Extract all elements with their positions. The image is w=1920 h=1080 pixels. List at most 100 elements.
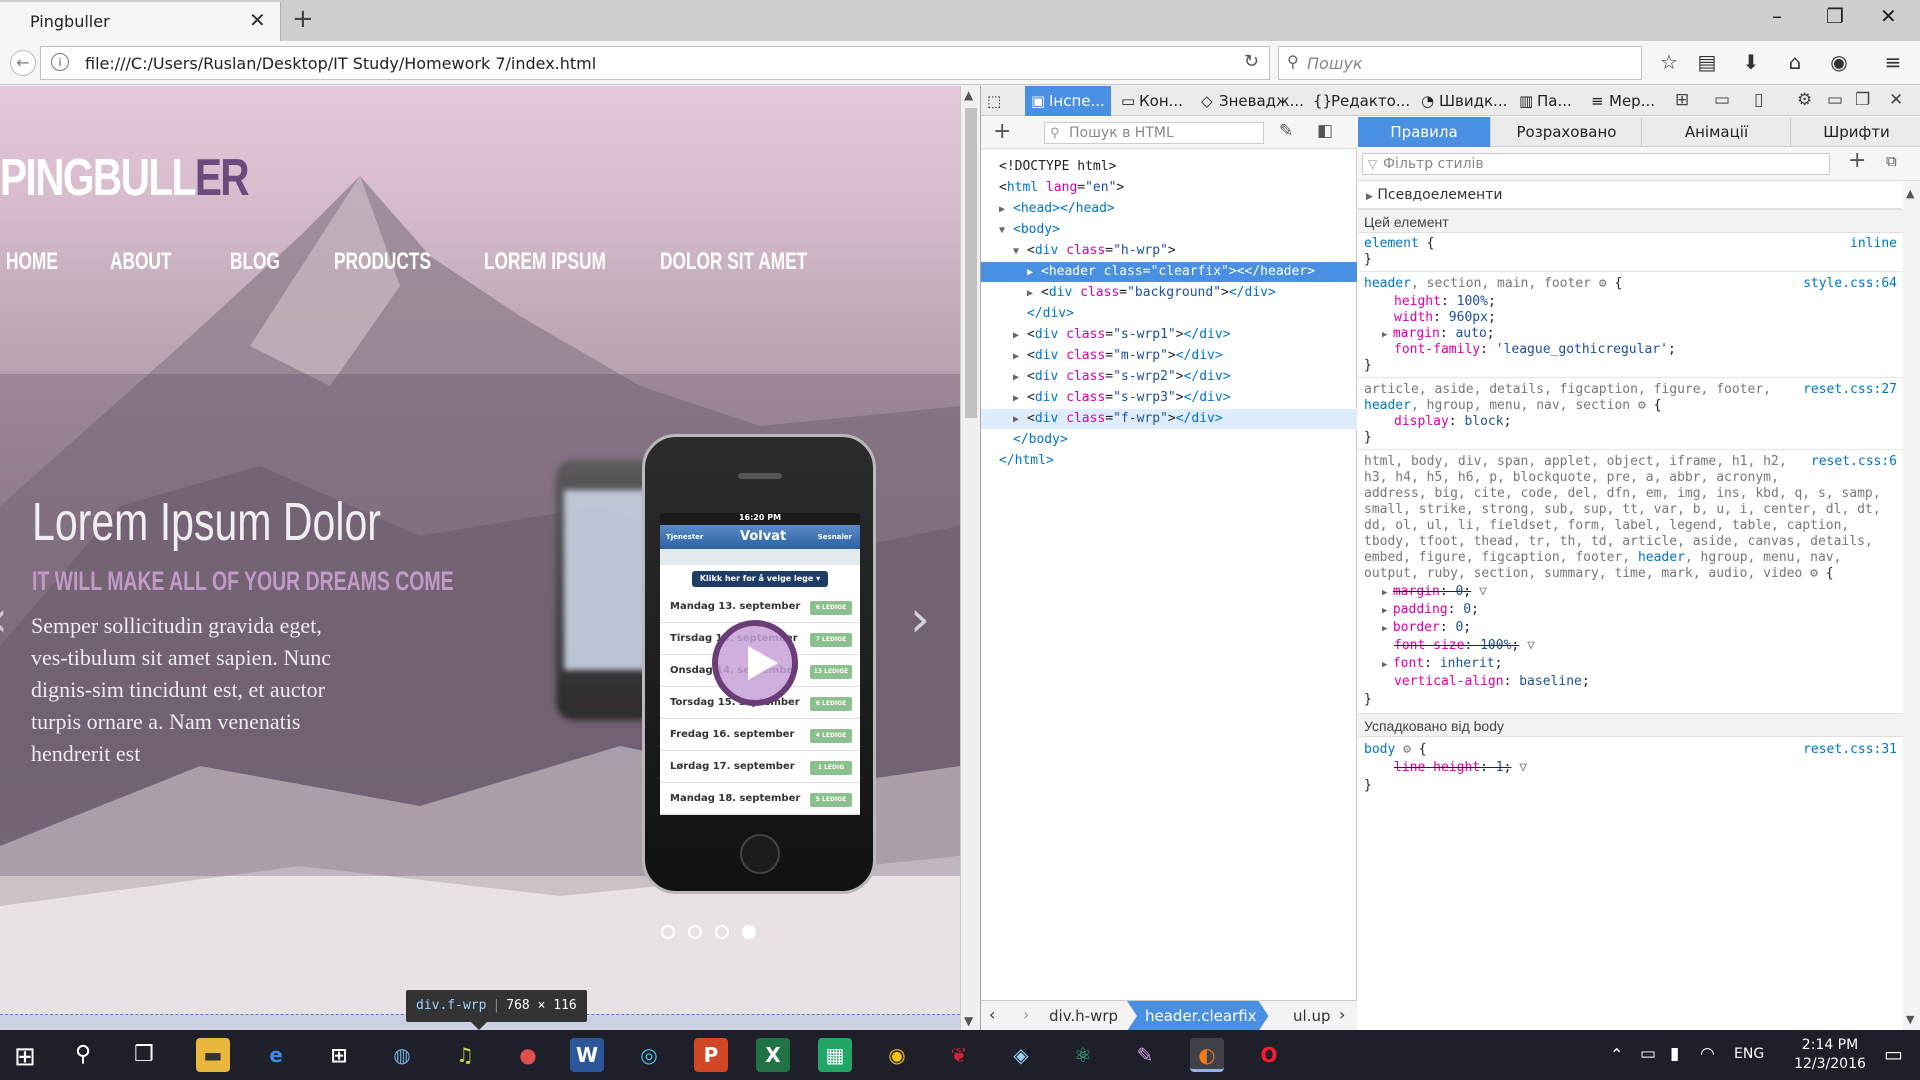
breadcrumb-item-ul[interactable]: ul.up <box>1293 1001 1330 1031</box>
excel-icon[interactable]: X <box>756 1038 790 1072</box>
opera-icon[interactable]: O <box>1252 1038 1286 1072</box>
rule-declaration[interactable]: font-family: 'league_gothicregular'; <box>1394 341 1676 359</box>
rule-declaration[interactable]: ▶ border: 0; <box>1382 619 1471 637</box>
breadcrumb-item-header[interactable]: header.clearfix <box>1127 1001 1269 1031</box>
tree-node-html-close[interactable]: </html> <box>999 451 1054 471</box>
rules-scrollbar[interactable]: ▲ ▼ <box>1903 181 1920 1030</box>
disc-app-icon[interactable]: ◎ <box>632 1038 666 1072</box>
tree-node-background[interactable]: ▶ <div class="background"></div> <box>1027 283 1276 303</box>
edge-browser-icon[interactable]: e <box>259 1038 293 1072</box>
scroll-down-icon[interactable]: ▼ <box>964 1014 973 1028</box>
pocket-icon[interactable]: ◉ <box>1826 50 1852 74</box>
tab-computed[interactable]: Розраховано <box>1492 117 1642 147</box>
rule-source-link[interactable]: reset.css:27 <box>1803 381 1897 399</box>
slider-dot-active[interactable] <box>742 925 756 939</box>
chrome-icon[interactable]: ◉ <box>880 1038 914 1072</box>
atom-icon[interactable]: ⚛ <box>1066 1038 1100 1072</box>
element-picker-icon[interactable]: ⬚ <box>981 86 1023 116</box>
tab-close-icon[interactable]: ✕ <box>249 8 266 32</box>
store-icon[interactable]: ⊞ <box>322 1038 356 1072</box>
add-node-icon[interactable]: + <box>993 119 1011 144</box>
rule-source-link[interactable]: reset.css:6 <box>1811 453 1897 471</box>
settings-gear-icon[interactable]: ⚙ <box>1797 90 1812 110</box>
sheets-icon[interactable]: ▦ <box>818 1038 852 1072</box>
rule-declaration[interactable]: ▶ padding: 0; <box>1382 601 1479 619</box>
windows-start-icon[interactable]: ⊞ <box>14 1042 36 1072</box>
slider-prev-arrow-icon[interactable]: ‹ <box>0 590 8 648</box>
virtualbox-icon[interactable]: ◈ <box>1004 1038 1038 1072</box>
expand-icon[interactable]: ▶ <box>1013 347 1027 367</box>
style-filter-input[interactable]: ▽ Фільтр стилів <box>1362 153 1830 175</box>
scratchpad-icon[interactable]: ▭ <box>1714 90 1730 110</box>
dock-bottom-icon[interactable]: ▭ <box>1827 90 1843 110</box>
file-explorer-icon[interactable]: ▬ <box>196 1038 230 1072</box>
slider-dot[interactable] <box>661 925 675 939</box>
reload-icon[interactable]: ↻ <box>1244 51 1259 72</box>
browser-tab[interactable]: Pingbuller ✕ <box>0 2 281 41</box>
tab-animations[interactable]: Анімації <box>1643 117 1791 147</box>
tree-node-doctype[interactable]: <!DOCTYPE html> <box>999 157 1116 177</box>
tab-network[interactable]: ≡ Мер... <box>1585 86 1671 116</box>
info-icon[interactable]: i <box>51 53 69 71</box>
menu-item-lorem-ipsum[interactable]: LOREM IPSUM <box>484 248 606 276</box>
menu-item-blog[interactable]: BLOG <box>230 248 280 276</box>
language-indicator[interactable]: ENG <box>1734 1046 1764 1062</box>
devtools-close-icon[interactable]: ✕ <box>1889 90 1903 110</box>
play-icon[interactable] <box>712 620 798 706</box>
responsive-icon[interactable]: ▯ <box>1754 90 1763 110</box>
breadcrumb-item-h-wrp[interactable]: div.h-wrp <box>1049 1001 1118 1031</box>
layout-icon[interactable]: ⊞ <box>1675 90 1689 110</box>
site-logo[interactable]: PINGBULLER <box>0 148 250 208</box>
scroll-up-icon[interactable]: ▲ <box>964 88 973 102</box>
tree-node-s-wrp2[interactable]: ▶ <div class="s-wrp2"></div> <box>1013 367 1231 387</box>
cherry-app-icon[interactable]: ❦ <box>942 1038 976 1072</box>
tree-node-m-wrp[interactable]: ▶ <div class="m-wrp"></div> <box>1013 346 1223 366</box>
rule-source-link[interactable]: inline <box>1850 235 1897 253</box>
word-icon[interactable]: W <box>570 1038 604 1072</box>
menu-item-about[interactable]: ABOUT <box>110 248 171 276</box>
expand-icon[interactable]: ▶ <box>1013 410 1027 430</box>
tree-node-body-close[interactable]: </body> <box>1013 430 1068 450</box>
eyedropper-icon[interactable]: ✎ <box>1279 121 1293 141</box>
slider-next-arrow-icon[interactable]: › <box>910 590 930 648</box>
tree-node-s-wrp3[interactable]: ▶ <div class="s-wrp3"></div> <box>1013 388 1231 408</box>
notifications-icon[interactable]: ▭ <box>1884 1042 1903 1066</box>
expand-icon[interactable]: ▶ <box>999 200 1013 220</box>
firefox-icon[interactable]: ◐ <box>1190 1038 1224 1072</box>
expand-icon[interactable]: ▶ <box>1013 368 1027 388</box>
tree-node-head[interactable]: ▶ <head></head> <box>999 199 1115 219</box>
expand-icon[interactable]: ▶ <box>1013 326 1027 346</box>
home-icon[interactable]: ⌂ <box>1782 50 1808 74</box>
page-scrollbar[interactable]: ▲ ▼ <box>960 86 980 1030</box>
collapse-icon[interactable]: ▼ <box>999 221 1013 241</box>
rule-source-link[interactable]: style.css:64 <box>1803 275 1897 293</box>
tree-node-html[interactable]: <html lang="en"> <box>999 178 1124 198</box>
maximize-icon[interactable]: ❐ <box>1826 4 1844 28</box>
pseudo-class-toggle-icon[interactable]: ⧉ <box>1886 152 1897 170</box>
slider-dot[interactable] <box>715 925 729 939</box>
url-bar[interactable]: i file:///C:/Users/Ruslan/Desktop/IT Stu… <box>40 46 1270 80</box>
menu-hamburger-icon[interactable]: ≡ <box>1880 50 1906 74</box>
collapse-icon[interactable]: ▼ <box>1013 242 1027 262</box>
scroll-up-icon[interactable]: ▲ <box>1906 187 1914 200</box>
breadcrumb-next-icon[interactable]: › <box>1339 1005 1345 1024</box>
tab-performance[interactable]: ◔ Швидк... <box>1415 86 1511 116</box>
toggle-sidebar-icon[interactable]: ◧ <box>1317 121 1333 141</box>
expand-icon[interactable]: ▶ <box>1027 284 1041 304</box>
wifi-icon[interactable]: ◠ <box>1700 1044 1715 1064</box>
paint-icon[interactable]: ✎ <box>1128 1038 1162 1072</box>
tab-style-editor[interactable]: {}Редакто... <box>1307 86 1413 116</box>
powerpoint-icon[interactable]: P <box>694 1038 728 1072</box>
tab-console[interactable]: ▭ Кон... <box>1115 86 1191 116</box>
html-search-input[interactable]: ⚲ Пошук в HTML <box>1044 122 1264 144</box>
new-tab-icon[interactable]: + <box>292 4 314 34</box>
tab-debugger[interactable]: ◇ Зневадж... <box>1195 86 1305 116</box>
bookmark-star-icon[interactable]: ☆ <box>1656 50 1682 74</box>
rule-declaration-overridden[interactable]: line-height: 1; ▽ <box>1394 759 1527 777</box>
rule-declaration-overridden[interactable]: font-size: 100%; ▽ <box>1394 637 1535 655</box>
tray-overflow-icon[interactable]: ⌃ <box>1610 1045 1623 1064</box>
media-app-icon[interactable]: ◍ <box>385 1038 419 1072</box>
tree-node-h-wrp[interactable]: ▼ <div class="h-wrp"> <box>1013 241 1176 261</box>
window-close-icon[interactable]: ✕ <box>1880 4 1897 28</box>
tree-node-f-wrp-hover[interactable]: ▶ <div class="f-wrp"></div> <box>981 409 1357 429</box>
